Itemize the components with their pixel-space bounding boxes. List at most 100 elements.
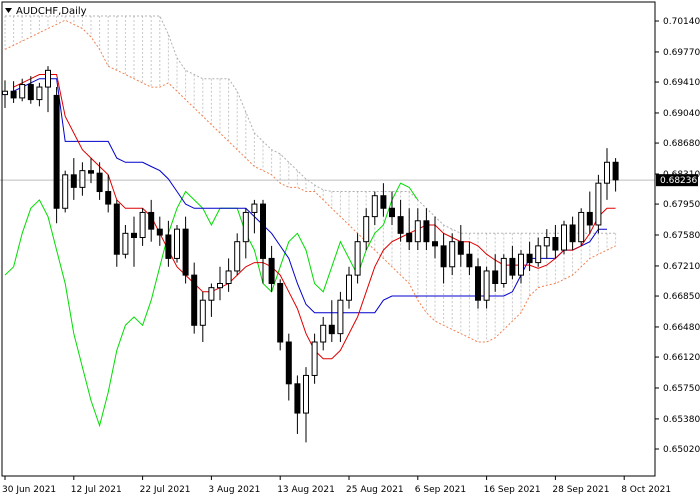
candle bbox=[242, 208, 249, 259]
candle bbox=[2, 80, 8, 108]
candle-body bbox=[96, 172, 103, 193]
y-tick-label: 0.69040 bbox=[663, 109, 700, 119]
candle bbox=[208, 283, 215, 317]
candle-body bbox=[346, 274, 352, 301]
candle bbox=[552, 224, 559, 259]
x-tick-label: 6 Sep 2021 bbox=[415, 485, 466, 495]
current-price-label: 0.68236 bbox=[660, 176, 697, 186]
candle bbox=[174, 224, 180, 263]
candle bbox=[191, 262, 198, 334]
candle-body bbox=[208, 287, 215, 301]
candle-body bbox=[2, 90, 8, 96]
candle-body bbox=[217, 282, 223, 289]
candle-body bbox=[449, 241, 456, 268]
candle-body bbox=[199, 299, 206, 326]
candle bbox=[535, 237, 542, 267]
candle-body bbox=[303, 374, 309, 414]
candle-body bbox=[36, 86, 43, 101]
candle-body bbox=[113, 203, 120, 255]
candle bbox=[346, 266, 352, 309]
candle-body bbox=[535, 245, 542, 264]
senkou-span-a bbox=[4, 19, 616, 343]
ichimoku-cloud bbox=[4, 15, 617, 343]
senkou-span-b bbox=[5, 15, 616, 234]
x-tick-label: 12 Jul 2021 bbox=[71, 485, 122, 495]
candle-body bbox=[586, 211, 593, 226]
y-tick-label: 0.65380 bbox=[663, 415, 700, 425]
candle bbox=[113, 199, 120, 267]
candle-body bbox=[432, 241, 438, 247]
candle-body bbox=[105, 191, 112, 205]
candle-body bbox=[354, 241, 361, 276]
dropdown-triangle-icon[interactable] bbox=[5, 8, 12, 13]
candle-body bbox=[561, 224, 567, 251]
candle-body bbox=[234, 241, 241, 272]
candle bbox=[509, 245, 516, 280]
candle bbox=[604, 148, 610, 200]
candle bbox=[475, 258, 481, 309]
candle bbox=[131, 216, 137, 267]
candle-body bbox=[62, 174, 69, 209]
candle bbox=[303, 367, 309, 443]
candle bbox=[328, 300, 335, 343]
candle-body bbox=[466, 253, 473, 268]
candle bbox=[70, 158, 77, 200]
y-tick-label: 0.68680 bbox=[663, 139, 700, 149]
candle-body bbox=[328, 324, 335, 335]
candle bbox=[500, 254, 507, 288]
candle-body bbox=[406, 232, 413, 243]
candle-body bbox=[526, 253, 533, 264]
candle bbox=[612, 158, 619, 192]
candle bbox=[354, 233, 361, 284]
x-tick-label: 30 Jun 2021 bbox=[2, 485, 56, 495]
candle bbox=[397, 199, 404, 242]
candle-body bbox=[242, 211, 249, 243]
y-tick-label: 0.67580 bbox=[663, 231, 700, 241]
candle-body bbox=[311, 341, 318, 376]
candle bbox=[217, 266, 223, 301]
x-tick-label: 28 Sep 2021 bbox=[552, 485, 609, 495]
x-tick-label: 25 Aug 2021 bbox=[346, 485, 404, 495]
candle bbox=[432, 216, 438, 259]
price-chart: 0.701400.697700.694100.690400.686800.683… bbox=[0, 1, 700, 495]
kijun-sen-line bbox=[13, 78, 607, 314]
candle-body bbox=[320, 324, 327, 343]
y-tick-label: 0.66850 bbox=[663, 292, 700, 302]
candle-body bbox=[500, 257, 507, 284]
candle-body bbox=[595, 182, 602, 226]
candle bbox=[423, 208, 430, 251]
candle-body bbox=[277, 282, 284, 343]
x-tick-label: 8 Oct 2021 bbox=[621, 485, 671, 495]
candle-body bbox=[251, 203, 258, 213]
candle bbox=[466, 241, 473, 276]
candle bbox=[260, 199, 266, 284]
candle-body bbox=[182, 228, 189, 276]
candle bbox=[380, 183, 387, 217]
candle-body bbox=[483, 270, 490, 301]
candle-body bbox=[27, 84, 34, 101]
candle-body bbox=[389, 207, 395, 218]
candle-body bbox=[131, 232, 137, 239]
candle-body bbox=[139, 211, 146, 239]
candle bbox=[277, 279, 284, 351]
candle-body bbox=[569, 224, 576, 243]
candlesticks bbox=[2, 66, 619, 443]
candle bbox=[199, 291, 206, 343]
candle bbox=[79, 162, 86, 196]
candle bbox=[156, 216, 163, 246]
y-tick-label: 0.67950 bbox=[663, 200, 700, 210]
current-price-marker: 0.68236 bbox=[656, 174, 698, 187]
candle-body bbox=[10, 90, 17, 99]
indicator-lines bbox=[4, 74, 616, 428]
y-tick-label: 0.70140 bbox=[663, 17, 700, 27]
candle-body bbox=[165, 234, 172, 259]
candle bbox=[148, 199, 155, 242]
candle bbox=[268, 245, 275, 292]
candle-body bbox=[122, 232, 129, 255]
candle bbox=[578, 208, 585, 246]
candle bbox=[449, 233, 456, 276]
candle-body bbox=[156, 228, 163, 236]
chart-title: AUDCHF,Daily bbox=[16, 6, 87, 17]
candle bbox=[440, 233, 447, 284]
tenkan-sen-line bbox=[13, 74, 616, 360]
